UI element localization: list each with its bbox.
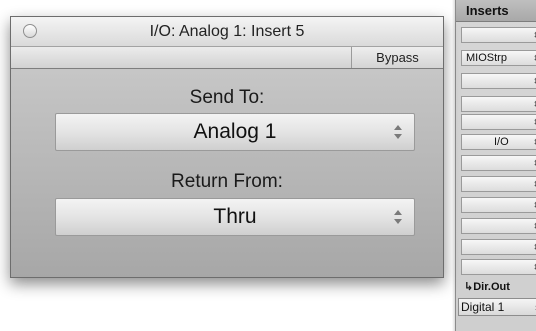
io-slot-2[interactable]: ⬍ <box>461 155 536 171</box>
io-slot[interactable]: I/O ⬍ <box>461 134 536 150</box>
toolbar: Bypass <box>11 47 443 69</box>
insert-window: I/O: Analog 1: Insert 5 Bypass Send To: … <box>10 16 444 278</box>
up-down-arrows-icon: ⬍ <box>532 177 536 191</box>
up-down-arrows-icon: ⬍ <box>532 240 536 254</box>
io-slot-4[interactable]: ⬍ <box>461 197 536 213</box>
up-down-arrows-icon: ⬍ <box>532 74 536 88</box>
up-down-arrows-icon: ⬍ <box>532 135 536 149</box>
up-down-arrows-icon: ⬍ <box>532 219 536 233</box>
io-slot-7[interactable]: ⬍ <box>461 259 536 275</box>
send-to-value: Analog 1 <box>193 120 277 143</box>
up-down-arrows-icon: ⬍ <box>532 198 536 212</box>
direct-out-value: Digital 1 <box>461 300 505 314</box>
up-down-arrows-icon <box>394 210 402 224</box>
up-down-arrows-icon <box>394 125 402 139</box>
direct-out-label: ↳Dir.Out <box>464 281 510 293</box>
inserts-header: Inserts <box>456 0 536 22</box>
inserts-strip: Inserts ⬍ MIOStrp ⬍ ⬍ ⬍ ⬍ I/O ⬍ ⬍ ⬍ ⬍ ⬍ … <box>455 0 536 331</box>
return-from-value: Thru <box>213 205 257 228</box>
insert-slot-1[interactable]: ⬍ <box>461 27 536 43</box>
io-slot-3[interactable]: ⬍ <box>461 176 536 192</box>
return-from-popup[interactable]: Thru <box>55 198 415 236</box>
io-slot-5[interactable]: ⬍ <box>461 218 536 234</box>
up-down-arrows-icon: ⬍ <box>532 115 536 129</box>
return-from-label: Return From: <box>171 171 283 192</box>
io-slot-6[interactable]: ⬍ <box>461 239 536 255</box>
insert-slot-label: MIOStrp <box>466 52 507 64</box>
direct-out-selector[interactable]: Digital 1 ⬍ <box>458 298 536 316</box>
insert-slot-2[interactable]: MIOStrp ⬍ <box>461 50 536 66</box>
io-slot-label: I/O <box>494 136 509 148</box>
title-bar[interactable]: I/O: Analog 1: Insert 5 <box>11 17 443 47</box>
send-to-label: Send To: <box>189 87 265 108</box>
insert-slot-5[interactable]: ⬍ <box>461 114 536 130</box>
up-down-arrows-icon: ⬍ <box>532 97 536 111</box>
insert-slot-3[interactable]: ⬍ <box>461 73 536 89</box>
window-title: I/O: Analog 1: Insert 5 <box>149 23 305 40</box>
up-down-arrows-icon: ⬍ <box>532 260 536 274</box>
up-down-arrows-icon: ⬍ <box>532 51 536 65</box>
insert-slot-4[interactable]: ⬍ <box>461 96 536 112</box>
bypass-button[interactable]: Bypass <box>351 47 443 68</box>
up-down-arrows-icon: ⬍ <box>532 28 536 42</box>
up-down-arrows-icon: ⬍ <box>532 156 536 170</box>
send-to-popup[interactable]: Analog 1 <box>55 113 415 151</box>
